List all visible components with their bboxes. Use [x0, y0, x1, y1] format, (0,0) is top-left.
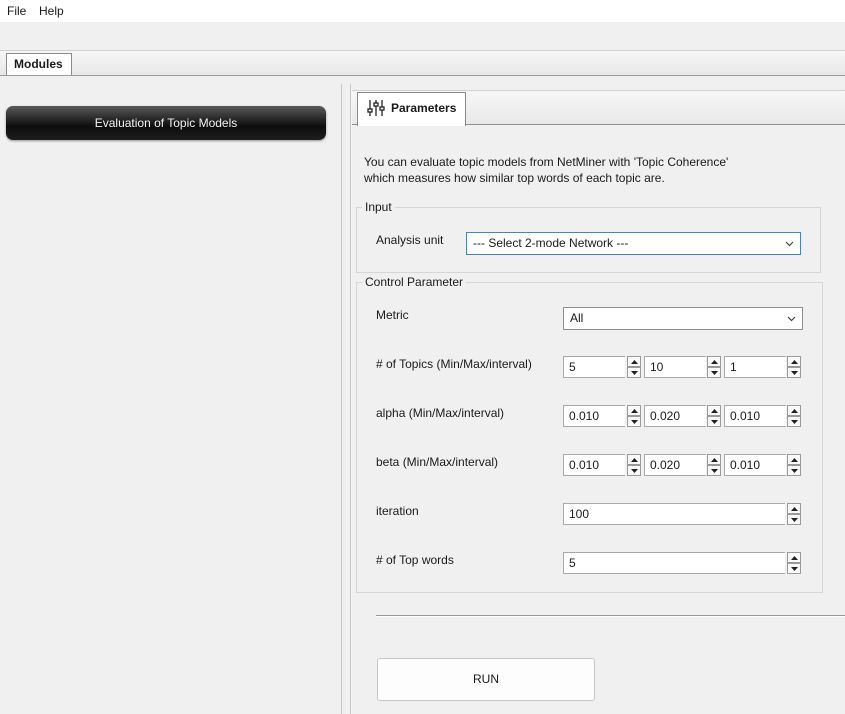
beta-min-stepper[interactable] [627, 454, 641, 476]
alpha-label: alpha (Min/Max/interval) [376, 406, 505, 420]
stepper-down-button[interactable] [787, 367, 801, 378]
metric-value: All [570, 311, 584, 325]
topics-interval-input[interactable]: 1 [724, 356, 786, 378]
module-description: You can evaluate topic models from NetMi… [364, 154, 834, 186]
module-list-panel [0, 84, 342, 714]
tab-parameters-label: Parameters [391, 101, 457, 115]
run-button[interactable]: RUN [377, 658, 595, 701]
stepper-up-button[interactable] [787, 356, 801, 367]
topics-min-input[interactable]: 5 [563, 356, 625, 378]
input-group-title: Input [362, 200, 395, 214]
alpha-min-input[interactable]: 0.010 [563, 405, 625, 427]
stepper-up-button[interactable] [707, 405, 721, 416]
iteration-stepper[interactable] [787, 503, 801, 525]
stepper-down-button[interactable] [627, 416, 641, 427]
stepper-down-button[interactable] [627, 367, 641, 378]
top-words-label: # of Top words [376, 553, 454, 567]
stepper-down-button[interactable] [787, 514, 801, 525]
stepper-up-button[interactable] [627, 356, 641, 367]
alpha-max-stepper[interactable] [707, 405, 721, 427]
alpha-interval-stepper[interactable] [787, 405, 801, 427]
separator [376, 615, 845, 617]
stepper-down-button[interactable] [627, 465, 641, 476]
topics-label: # of Topics (Min/Max/interval) [376, 357, 532, 371]
beta-interval-stepper[interactable] [787, 454, 801, 476]
beta-min-input[interactable]: 0.010 [563, 454, 625, 476]
top-words-input[interactable]: 5 [563, 552, 785, 574]
alpha-min-stepper[interactable] [627, 405, 641, 427]
stepper-up-button[interactable] [707, 454, 721, 465]
stepper-up-button[interactable] [707, 356, 721, 367]
stepper-down-button[interactable] [707, 465, 721, 476]
metric-select[interactable]: All [563, 307, 803, 330]
stepper-down-button[interactable] [787, 416, 801, 427]
iteration-input[interactable]: 100 [563, 503, 785, 525]
beta-interval-input[interactable]: 0.010 [724, 454, 786, 476]
description-line-2: which measures how similar top words of … [364, 171, 665, 185]
alpha-interval-input[interactable]: 0.010 [724, 405, 786, 427]
control-parameter-group-title: Control Parameter [362, 275, 467, 289]
topics-max-stepper[interactable] [707, 356, 721, 378]
stepper-down-button[interactable] [787, 465, 801, 476]
stepper-down-button[interactable] [707, 367, 721, 378]
stepper-up-button[interactable] [787, 454, 801, 465]
stepper-up-button[interactable] [627, 405, 641, 416]
topics-max-input[interactable]: 10 [644, 356, 706, 378]
analysis-unit-select[interactable]: --- Select 2-mode Network --- [466, 232, 801, 255]
stepper-up-button[interactable] [627, 454, 641, 465]
chevron-down-icon [785, 241, 794, 247]
module-evaluation-of-topic-models-button[interactable]: Evaluation of Topic Models [6, 106, 326, 140]
topics-interval-stepper[interactable] [787, 356, 801, 378]
stepper-up-button[interactable] [787, 503, 801, 514]
beta-max-stepper[interactable] [707, 454, 721, 476]
sliders-icon [367, 100, 385, 116]
stepper-down-button[interactable] [787, 563, 801, 574]
tab-modules[interactable]: Modules [6, 53, 72, 75]
chevron-down-icon [787, 316, 796, 322]
alpha-max-input[interactable]: 0.020 [644, 405, 706, 427]
stepper-down-button[interactable] [707, 416, 721, 427]
stepper-up-button[interactable] [787, 552, 801, 563]
topics-min-stepper[interactable] [627, 356, 641, 378]
top-words-stepper[interactable] [787, 552, 801, 574]
modules-tabstrip [0, 50, 845, 76]
description-line-1: You can evaluate topic models from NetMi… [364, 155, 729, 169]
analysis-unit-value: --- Select 2-mode Network --- [473, 236, 629, 250]
beta-label: beta (Min/Max/interval) [376, 455, 499, 469]
menu-bar [0, 0, 845, 22]
stepper-up-button[interactable] [787, 405, 801, 416]
menu-help[interactable]: Help [39, 4, 64, 18]
menu-file[interactable]: File [7, 4, 26, 18]
analysis-unit-label: Analysis unit [376, 233, 444, 247]
iteration-label: iteration [376, 504, 419, 518]
beta-max-input[interactable]: 0.020 [644, 454, 706, 476]
metric-label: Metric [376, 308, 409, 322]
